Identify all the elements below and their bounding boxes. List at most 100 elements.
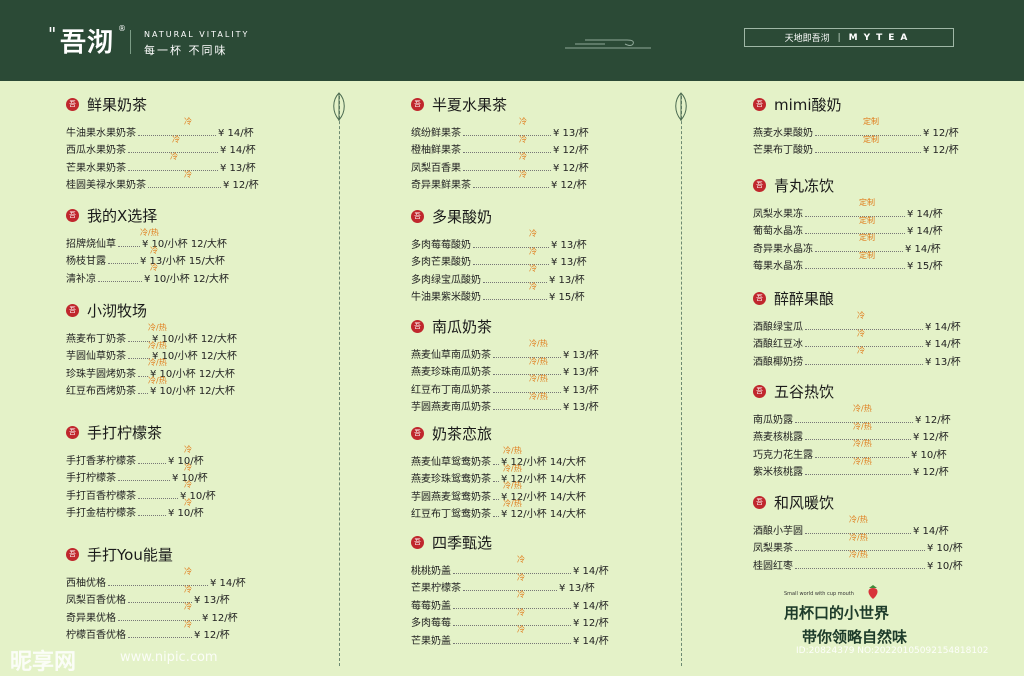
menu-section: 吾和风暖饮 酒酿小芋圆 ¥ 14/杯 冷/热 凤梨果茶 ¥ 10/杯 冷/热 桂圆红枣 ¥ 10… [753, 491, 963, 572]
temperature-tag: 冷 [184, 480, 192, 489]
leader-dots [108, 263, 138, 264]
leader-dots [493, 374, 561, 375]
item-price: ¥ 15/杯 [549, 292, 585, 303]
item-name: 芒果奶盖 [411, 635, 451, 647]
menu-item: 橙柚鲜果茶 ¥ 12/杯 冷 [411, 135, 589, 157]
temperature-tag: 冷 [517, 607, 525, 617]
menu-item: 巧克力花生露 ¥ 10/杯 冷/热 [753, 439, 951, 461]
leader-dots [128, 602, 192, 603]
menu-item: 南瓜奶露 ¥ 12/杯 冷/热 [753, 404, 951, 426]
leaf-icon [333, 92, 345, 121]
item-name: 橙柚鲜果茶 [411, 145, 461, 156]
registered-mark: ® [118, 24, 126, 33]
leader-dots [493, 391, 561, 393]
brand-badge-icon: 吾 [753, 97, 766, 111]
item-name: 芋圆燕麦鸳鸯奶茶 [411, 491, 491, 503]
leader-dots [483, 299, 547, 300]
leader-dots [138, 375, 148, 377]
section-title: mimi酸奶 [774, 95, 842, 114]
menu-item: 燕麦珍珠鸳鸯奶茶 ¥ 12/小杯 14/大杯 冷/热 [411, 464, 586, 486]
menu-item: 手打百香柠檬茶 ¥ 10/杯冷 [66, 480, 216, 502]
menu-section: 吾手打You能量 西柚优格 ¥ 14/杯冷凤梨百香优格 ¥ 13/杯冷奇异果优格 ¥ 1… [66, 543, 246, 641]
leader-dots [118, 480, 170, 481]
temperature-tag: 冷 [519, 152, 527, 161]
header-bar: " 吾沏 ® NATURAL VITALITY 每一杯 不同味 天地即吾沏 | … [0, 0, 1024, 81]
section-header: 吾奶茶恋旅 [411, 422, 586, 444]
column-divider [681, 96, 682, 666]
item-name: 西瓜水果奶茶 [66, 145, 126, 156]
menu-item: 芒果柠檬茶 ¥ 13/杯 冷 [411, 573, 609, 595]
item-price: ¥ 12/杯 [194, 630, 230, 641]
menu-item: 清补凉 ¥ 10/小杯 12/大杯冷 [66, 263, 229, 285]
item-name: 燕麦仙草南瓜奶茶 [411, 349, 491, 361]
section-header: 吾醉醉果酿 [753, 287, 961, 309]
temperature-tag: 冷 [184, 462, 192, 472]
item-name: 酒酿小芋圆 [753, 525, 803, 537]
item-price: ¥ 13/杯 [563, 384, 599, 396]
item-price: ¥ 13/杯 [549, 274, 585, 286]
menu-item: 杨枝甘露 ¥ 13/小杯 15/大杯冷 [66, 246, 229, 268]
leader-dots [138, 497, 178, 499]
section-header: 吾和风暖饮 [753, 491, 963, 513]
item-price: ¥ 13/杯 [559, 583, 595, 594]
item-name: 杨枝甘露 [66, 256, 106, 267]
leader-dots [815, 152, 921, 153]
menu-section: 吾鲜果奶茶 牛油果水果奶茶 ¥ 14/杯冷西瓜水果奶茶 ¥ 14/杯冷芒果水果奶茶 ¥ … [66, 93, 259, 191]
item-name: 牛油果紫米酸奶 [411, 292, 481, 303]
item-name: 桂圆美禄水果奶茶 [66, 180, 146, 191]
brand-slogan-en: NATURAL VITALITY [144, 30, 250, 39]
slogan-en: Small world with cup mouth [784, 591, 854, 597]
brand-badge-icon: 吾 [411, 319, 424, 333]
leader-dots [128, 340, 150, 342]
menu-item: 燕麦仙草鸳鸯奶茶 ¥ 12/小杯 14/大杯 冷/热 [411, 446, 586, 468]
item-price: ¥ 13/杯 [220, 162, 256, 174]
item-name: 酒酿椰奶捞 [753, 356, 803, 368]
temperature-tag: 冷 [184, 602, 192, 611]
section-title: 五谷热饮 [774, 382, 835, 401]
brand-badge-icon: 吾 [66, 97, 79, 111]
item-name: 桃桃奶盖 [411, 565, 451, 577]
item-name: 南瓜奶露 [753, 414, 793, 426]
temperature-tag: 冷 [184, 497, 192, 507]
section-header: 吾多果酸奶 [411, 205, 587, 227]
menu-section: 吾手打柠檬茶 手打香茅柠檬茶 ¥ 10/杯冷手打柠檬茶 ¥ 10/杯冷手打百香柠檬茶 ¥… [66, 421, 216, 519]
menu-item: 桃桃奶盖 ¥ 14/杯 冷 [411, 555, 609, 577]
section-title: 我的X选择 [87, 206, 158, 225]
item-name: 莓莓奶盖 [411, 600, 451, 612]
leader-dots [805, 474, 911, 475]
item-price: ¥ 14/杯 [210, 577, 246, 589]
item-price: ¥ 13/杯 [563, 367, 599, 378]
leader-dots [463, 134, 551, 136]
temperature-tag: 冷/热 [529, 356, 548, 366]
temperature-tag: 冷 [184, 567, 192, 576]
section-title: 半夏水果茶 [432, 95, 508, 114]
item-name: 红豆布丁南瓜奶茶 [411, 384, 491, 396]
item-price: ¥ 12/杯 [553, 145, 589, 156]
menu-item: 手打香茅柠檬茶 ¥ 10/杯冷 [66, 445, 216, 467]
section-header: 吾鲜果奶茶 [66, 93, 259, 115]
item-price: ¥ 12/杯 [923, 145, 959, 156]
brand-badge-icon: 吾 [66, 425, 79, 439]
item-name: 奇异果鲜果茶 [411, 180, 471, 191]
leader-dots [493, 409, 561, 410]
item-name: 燕麦仙草鸳鸯奶茶 [411, 456, 491, 468]
menu-section: 吾四季甄选 桃桃奶盖 ¥ 14/杯冷芒果柠檬茶 ¥ 13/杯冷莓莓奶盖 ¥ 14/杯冷多… [411, 531, 609, 647]
menu-item: 酒酿椰奶捞 ¥ 13/杯 冷 [753, 346, 961, 368]
temperature-tag: 冷 [172, 134, 180, 144]
item-name: 葡萄水晶冻 [753, 226, 803, 237]
item-price: ¥ 12/杯 [573, 618, 609, 629]
item-name: 紫米核桃露 [753, 467, 803, 478]
section-header: 吾 mimi酸奶 [753, 93, 959, 115]
item-price: ¥ 10/杯 [927, 560, 963, 572]
temperature-tag: 冷/热 [853, 456, 872, 466]
watermark-id: ID:20824379 NO:20220105092154818102 [796, 646, 989, 656]
leader-dots [453, 642, 571, 644]
item-price: ¥ 13/杯 [563, 349, 599, 361]
section-title: 南瓜奶茶 [432, 317, 493, 336]
menu-item: 凤梨水果冻 ¥ 14/杯 定制 [753, 198, 943, 220]
temperature-tag: 冷 [150, 263, 158, 272]
temperature-tag: 冷/热 [849, 550, 868, 559]
cloud-line-decoration [565, 39, 651, 49]
leader-dots [805, 268, 905, 269]
item-name: 桂圆红枣 [753, 560, 793, 572]
